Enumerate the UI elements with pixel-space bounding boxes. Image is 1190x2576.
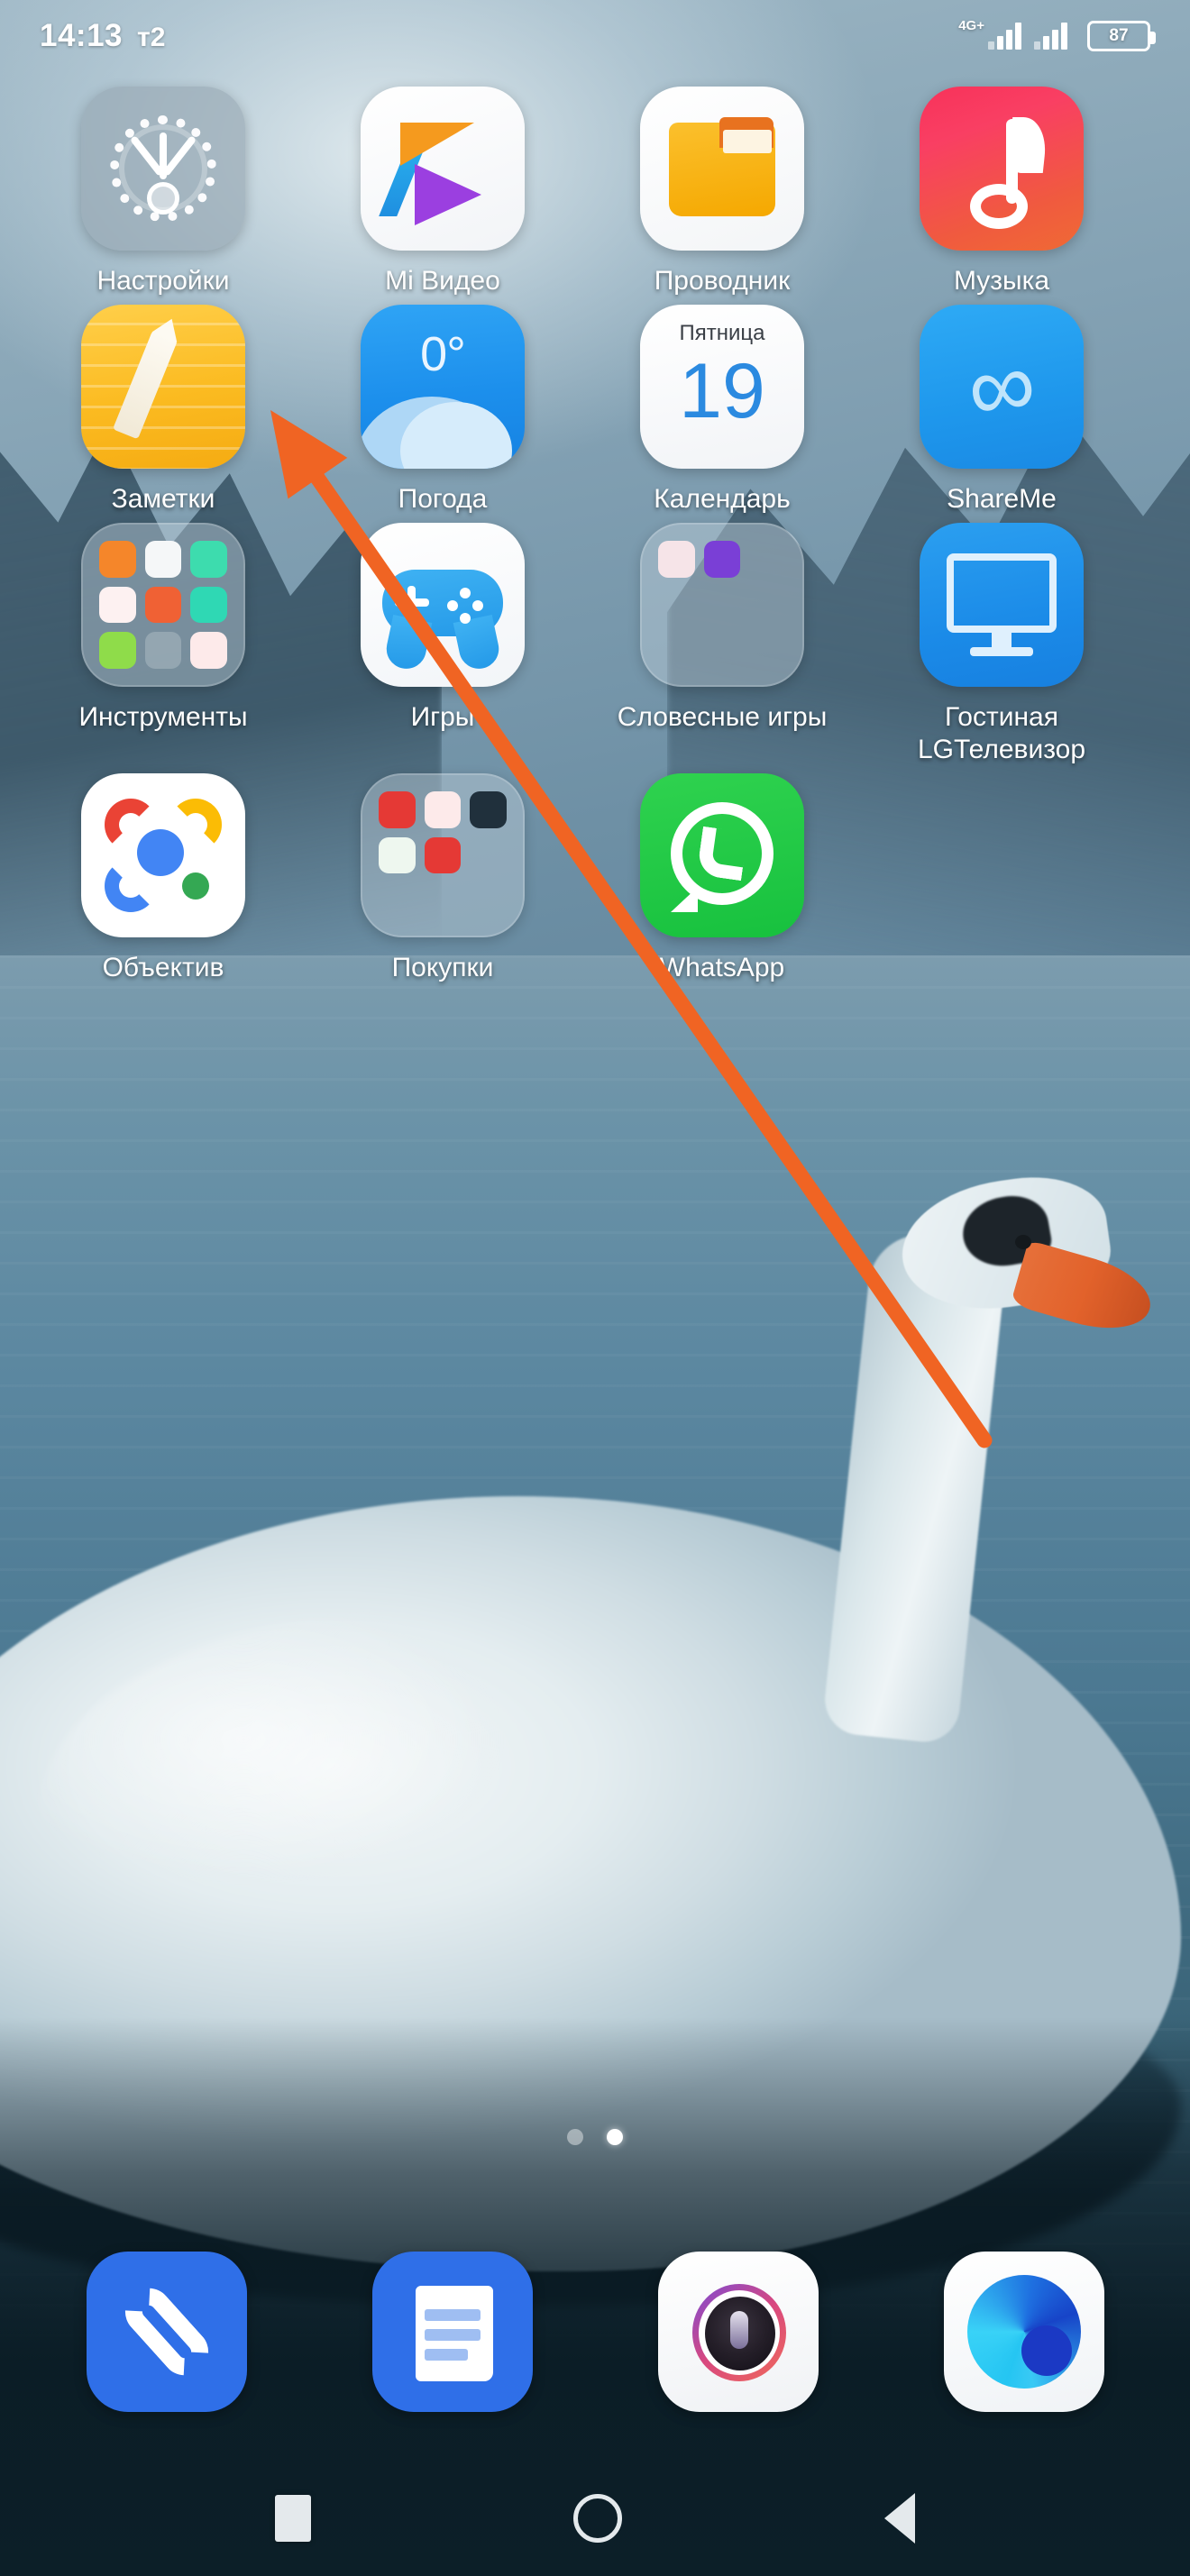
app-icon-file-manager[interactable]: Проводник bbox=[582, 87, 862, 297]
app-icon-mi-video[interactable]: Mi Видео bbox=[303, 87, 582, 297]
mi-video-icon[interactable] bbox=[361, 87, 525, 251]
app-grid-row: Настройки Mi Видео Проводник Музыка bbox=[0, 87, 1190, 297]
dock-item-camera[interactable] bbox=[595, 2252, 881, 2441]
app-folder-shopping[interactable]: Покупки bbox=[303, 773, 582, 984]
wallpaper-swan-eye bbox=[1015, 1235, 1031, 1249]
calendar-day-label: 19 bbox=[679, 348, 765, 434]
shopping-folder-icon[interactable] bbox=[361, 773, 525, 937]
app-icon-calendar[interactable]: Пятница 19 Календарь bbox=[582, 305, 862, 516]
page-indicator bbox=[0, 2129, 1190, 2145]
app-label: Покупки bbox=[391, 953, 494, 982]
carrier-label: т2 bbox=[137, 23, 166, 52]
home-circle-icon[interactable] bbox=[572, 2494, 622, 2543]
app-icon-weather[interactable]: 0° Погода bbox=[303, 305, 582, 516]
app-grid: Настройки Mi Видео Проводник Музыка Заме… bbox=[0, 87, 1190, 991]
signal-bars-sim2-icon bbox=[1034, 23, 1067, 50]
app-label: Игры bbox=[410, 702, 475, 732]
app-label: Mi Видео bbox=[385, 266, 500, 296]
app-label: Настройки bbox=[96, 266, 230, 296]
battery-icon: 87 bbox=[1087, 21, 1156, 51]
games-gamepad-icon[interactable] bbox=[361, 523, 525, 687]
word-games-folder-icon[interactable] bbox=[640, 523, 804, 687]
page-dot[interactable] bbox=[567, 2129, 583, 2145]
app-label: Словесные игры bbox=[617, 702, 828, 732]
app-folder-tools[interactable]: Инструменты bbox=[23, 523, 303, 766]
app-icon-music[interactable]: Музыка bbox=[862, 87, 1141, 297]
dock-item-phone[interactable] bbox=[23, 2252, 309, 2441]
tools-folder-icon[interactable] bbox=[81, 523, 245, 687]
app-label: Музыка bbox=[953, 266, 1050, 296]
app-label: Инструменты bbox=[78, 702, 248, 732]
file-manager-folder-icon[interactable] bbox=[640, 87, 804, 251]
messages-sheet-icon[interactable] bbox=[371, 2252, 533, 2412]
settings-gear-icon[interactable] bbox=[81, 87, 245, 251]
google-lens-icon[interactable] bbox=[81, 773, 245, 937]
dock-item-browser[interactable] bbox=[881, 2252, 1167, 2441]
app-grid-row: Инструменты Игры Словесные игры Гостиная… bbox=[0, 523, 1190, 766]
app-folder-word-games[interactable]: Словесные игры bbox=[582, 523, 862, 766]
signal-bars-sim1-icon bbox=[988, 23, 1021, 50]
app-icon-google-lens[interactable]: Объектив bbox=[23, 773, 303, 984]
battery-percent-label: 87 bbox=[1109, 26, 1129, 45]
status-bar-right: 4G+ 87 bbox=[958, 17, 1156, 51]
app-label: Объектив bbox=[102, 953, 224, 982]
clock: 14:13 bbox=[40, 18, 124, 53]
status-bar-left: 14:13 т2 bbox=[40, 18, 165, 54]
calendar-weekday-label: Пятница bbox=[679, 321, 765, 345]
app-label: Гостиная LGТелевизор bbox=[917, 702, 1086, 764]
app-label: ShareMe bbox=[947, 484, 1057, 514]
app-grid-row: Объектив Покупки WhatsApp bbox=[0, 773, 1190, 984]
app-label: Календарь bbox=[654, 484, 791, 514]
calendar-icon[interactable]: Пятница 19 bbox=[640, 305, 804, 469]
phone-handset-icon[interactable] bbox=[86, 2252, 247, 2412]
app-icon-shareme[interactable]: ∞ ShareMe bbox=[862, 305, 1141, 516]
app-icon-settings[interactable]: Настройки bbox=[23, 87, 303, 297]
app-icon-lg-tv[interactable]: Гостиная LGТелевизор bbox=[862, 523, 1141, 766]
whatsapp-icon[interactable] bbox=[640, 773, 804, 937]
app-icon-whatsapp[interactable]: WhatsApp bbox=[582, 773, 862, 984]
app-label: Погода bbox=[398, 484, 488, 514]
navigation-bar bbox=[0, 2461, 1190, 2576]
browser-swirl-icon[interactable] bbox=[943, 2252, 1104, 2412]
tv-screen-icon[interactable] bbox=[920, 523, 1084, 687]
page-dot-active[interactable] bbox=[607, 2129, 623, 2145]
app-label: Заметки bbox=[111, 484, 215, 514]
weather-cloud-icon[interactable]: 0° bbox=[361, 305, 525, 469]
app-grid-row: Заметки 0° Погода Пятница 19 Календарь ∞… bbox=[0, 305, 1190, 516]
app-icon-notes[interactable]: Заметки bbox=[23, 305, 303, 516]
app-label: Проводник bbox=[654, 266, 791, 296]
status-bar[interactable]: 14:13 т2 4G+ 87 bbox=[0, 0, 1190, 72]
camera-lens-icon[interactable] bbox=[657, 2252, 819, 2412]
back-triangle-icon[interactable] bbox=[883, 2493, 915, 2544]
recents-square-icon[interactable] bbox=[275, 2495, 312, 2542]
dock-item-messages[interactable] bbox=[309, 2252, 595, 2441]
shareme-infinity-icon[interactable]: ∞ bbox=[920, 305, 1084, 469]
app-icon-games[interactable]: Игры bbox=[303, 523, 582, 766]
dock bbox=[0, 2252, 1190, 2441]
app-label: WhatsApp bbox=[659, 953, 785, 982]
music-note-icon[interactable] bbox=[920, 87, 1084, 251]
weather-temperature-label: 0° bbox=[420, 327, 466, 381]
notes-pencil-icon[interactable] bbox=[81, 305, 245, 469]
network-type-label: 4G+ bbox=[958, 17, 984, 33]
